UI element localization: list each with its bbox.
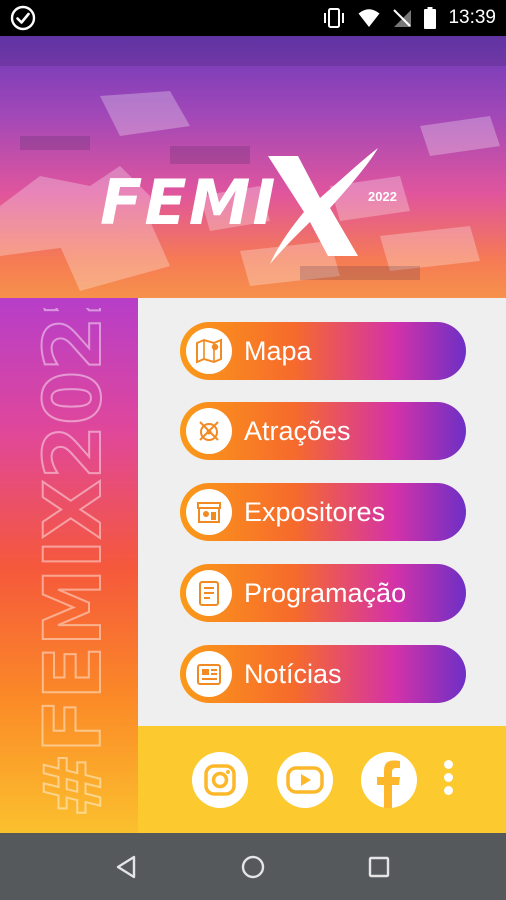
svg-text:#FEMIX2022: #FEMIX2022 [30, 308, 110, 818]
clock: 13:39 [448, 7, 496, 28]
youtube-button[interactable] [277, 752, 333, 808]
back-icon[interactable] [112, 851, 144, 883]
attractions-icon [186, 408, 232, 454]
menu-label: Programação [244, 577, 407, 608]
status-bar: 13:39 [0, 0, 506, 36]
schedule-icon [186, 570, 232, 616]
instagram-button[interactable] [192, 752, 248, 808]
menu-button-mapa[interactable]: Mapa [180, 322, 466, 380]
menu-label: Atrações [244, 415, 351, 446]
menu-label: Mapa [244, 335, 312, 366]
menu-button-atracoes[interactable]: Atrações [180, 402, 466, 460]
check-circle-icon [10, 5, 36, 31]
menu-button-expositores[interactable]: Expositores [180, 483, 466, 541]
wifi-icon [358, 9, 380, 27]
vibrate-icon [324, 8, 345, 28]
instagram-icon [204, 764, 236, 796]
exhibitors-icon [186, 489, 232, 535]
menu-panel: Mapa Atrações Expositores Programação No… [138, 298, 506, 726]
facebook-button[interactable] [361, 752, 417, 808]
social-bar [138, 726, 506, 833]
news-icon [186, 651, 232, 697]
system-nav-bar [0, 833, 506, 900]
no-signal-icon [393, 9, 412, 27]
facebook-icon [377, 760, 400, 808]
logo-year: 2022 [368, 189, 397, 204]
battery-icon [424, 7, 437, 29]
menu-label: Notícias [244, 658, 342, 689]
home-icon[interactable] [237, 851, 269, 883]
hero-banner: FEMI 2022 [0, 36, 506, 298]
hashtag-vertical-text: #FEMIX2022 [30, 308, 110, 819]
side-stripe: #FEMIX2022 [0, 298, 138, 833]
logo-x-mark [268, 148, 378, 264]
menu-label: Expositores [244, 496, 386, 527]
menu-button-programacao[interactable]: Programação [180, 564, 466, 622]
map-icon [186, 328, 232, 374]
femix-logo: FEMI 2022 [100, 136, 420, 266]
menu-button-noticias[interactable]: Notícias [180, 645, 466, 703]
more-vertical-icon[interactable] [440, 760, 456, 800]
youtube-icon [286, 766, 324, 794]
recents-icon[interactable] [363, 851, 395, 883]
